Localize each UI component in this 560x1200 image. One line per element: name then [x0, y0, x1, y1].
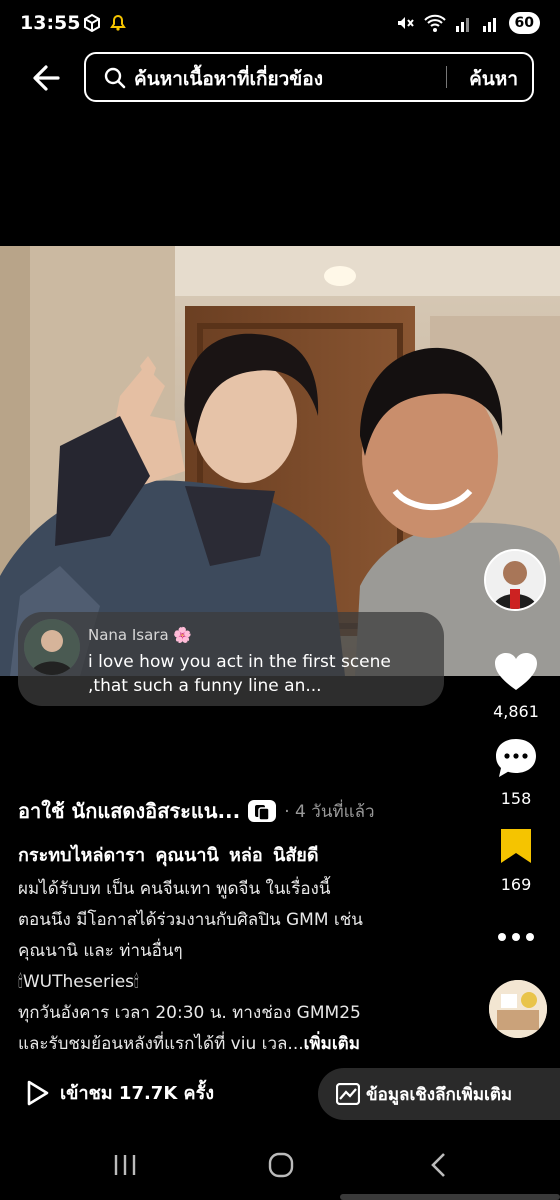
desc-line: ทุกวันอังคาร เวลา 20:30 น. ทางช่อง GMM25: [18, 1003, 361, 1023]
post-time: · 4 วันที่แล้ว: [284, 801, 375, 822]
status-time: 13:55: [20, 12, 81, 34]
like-count: 4,861: [493, 702, 539, 721]
desc-line-last: และรับชมย้อนหลังที่แรกได้ที่ viu เวล...เ…: [18, 1029, 458, 1060]
views-label: เข้าชม 17.7K ครั้ง: [60, 1083, 215, 1104]
commenter-avatar[interactable]: [24, 619, 80, 675]
system-icons: 60: [395, 12, 540, 34]
comment-bubble[interactable]: Nana Isara 🌸 i love how you act in the f…: [18, 612, 444, 706]
more-icon: [498, 933, 534, 941]
wifi-icon: [423, 14, 446, 32]
heart-icon: [495, 653, 537, 690]
collection-icon: [248, 800, 277, 822]
comment-text: i love how you act in the first scene ,t…: [88, 652, 391, 696]
sound-avatar[interactable]: [489, 980, 547, 1038]
mute-icon: [397, 17, 414, 29]
search-bar[interactable]: ค้นหาเนื้อหาที่เกี่ยวข้อง ค้นหา: [84, 52, 534, 102]
desc-line: และรับชมย้อนหลังที่แรกได้ที่ viu เวล...: [18, 1034, 304, 1054]
like-button[interactable]: 4,861: [480, 652, 552, 721]
desc-line: ผมได้รับบท เป็น คนจีนเทา พูดจีน ในเรื่อง…: [18, 879, 331, 899]
notification-icons: [82, 12, 128, 32]
post-description[interactable]: ผมได้รับบท เป็น คนจีนเทา พูดจีน ในเรื่อง…: [18, 874, 458, 1060]
save-button[interactable]: 169: [480, 827, 552, 894]
signal-1-icon: [455, 18, 469, 32]
battery-badge: 60: [508, 12, 540, 34]
post-title: อาใช้ นักแสดงอิสระแน...: [18, 799, 241, 823]
comment-icon: [496, 739, 536, 777]
home-icon[interactable]: [268, 1152, 294, 1178]
chart-icon: [336, 1083, 360, 1105]
see-more-link[interactable]: เพิ่มเติม: [304, 1034, 360, 1054]
desc-line: 🕯WUTheseries🕯: [18, 972, 139, 992]
system-nav-bar: [0, 1140, 560, 1200]
insights-label: ข้อมูลเชิงลึกเพิ่มเติม: [366, 1084, 513, 1105]
search-button[interactable]: ค้นหา: [469, 64, 518, 94]
bell-notification-icon: [110, 15, 126, 31]
search-icon: [104, 67, 126, 89]
desc-line: คุณนานิ และ ท่านอื่นๆ: [18, 941, 183, 961]
signal-2-icon: [482, 18, 496, 32]
desc-line: ตอนนึง มีโอกาสได้ร่วมงานกับศิลปิน GMM เช…: [18, 910, 363, 930]
post-tags[interactable]: กระทบไหล่ดารา คุณนานิ หล่อ นิสัยดี: [18, 840, 319, 869]
post-title-row[interactable]: อาใช้ นักแสดงอิสระแน... · 4 วันที่แล้ว: [18, 795, 548, 827]
gesture-indicator: [340, 1194, 560, 1200]
play-icon: [27, 1080, 49, 1105]
status-bar: 13:55 60: [0, 0, 560, 50]
creator-avatar[interactable]: [484, 549, 546, 611]
back-arrow-icon[interactable]: [28, 58, 68, 98]
recent-apps-icon[interactable]: [112, 1152, 138, 1178]
search-input[interactable]: ค้นหาเนื้อหาที่เกี่ยวข้อง: [134, 64, 323, 94]
nav-back-icon[interactable]: [428, 1152, 450, 1178]
save-count: 169: [500, 875, 532, 894]
more-insights-button[interactable]: ข้อมูลเชิงลึกเพิ่มเติม: [318, 1068, 560, 1120]
search-divider: [446, 66, 447, 88]
commenter-name: Nana Isara 🌸: [88, 626, 193, 644]
bookmark-icon: [501, 829, 531, 863]
views-count[interactable]: เข้าชม 17.7K ครั้ง: [26, 1078, 214, 1107]
app-notification-icon: [84, 13, 100, 32]
more-options-button[interactable]: [480, 928, 552, 947]
